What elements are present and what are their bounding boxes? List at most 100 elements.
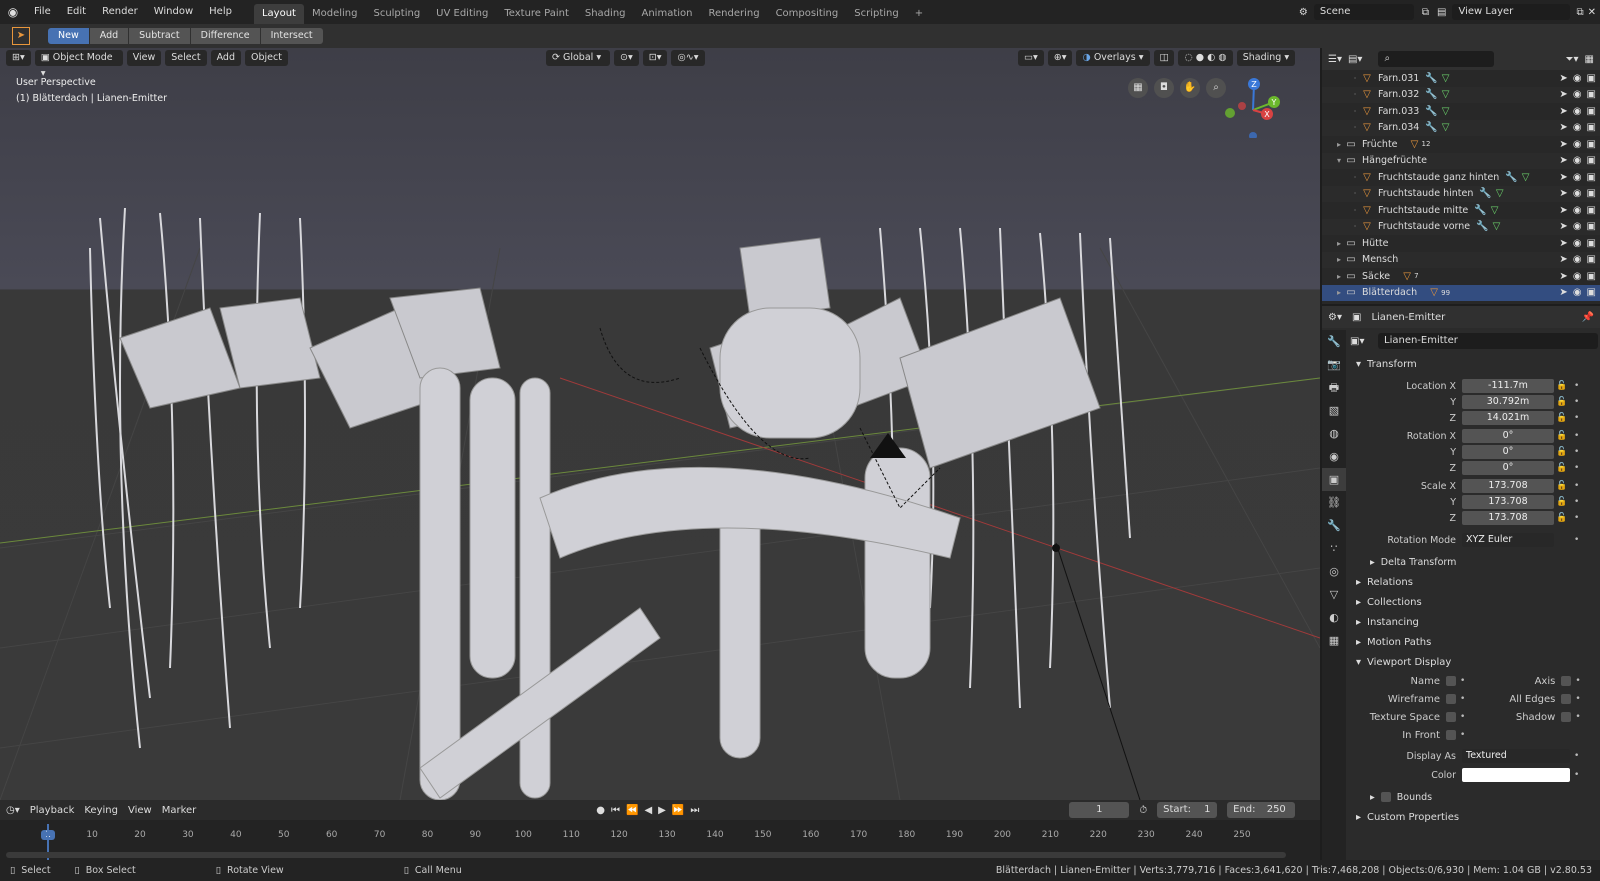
bounds-header[interactable]: ▸ Bounds xyxy=(1350,787,1598,807)
scale-z-field[interactable]: 173.708 xyxy=(1462,511,1554,525)
editor-type-icon[interactable]: ⊞▾ xyxy=(6,50,31,66)
outliner-row[interactable]: · ▽ Fruchtstaude vorne 🔧 ▽ ➤ ◉ ▣ xyxy=(1322,218,1600,235)
mode-dropdown[interactable]: ▣ Object Mode ▾ xyxy=(34,50,123,79)
keyframe-dot[interactable]: • xyxy=(1574,535,1579,545)
expand-arrow-icon[interactable]: ▸ xyxy=(1334,272,1344,281)
keyframe-dot[interactable]: • xyxy=(1575,694,1580,704)
stopwatch-icon[interactable]: ⏱ xyxy=(1139,805,1147,816)
view-layer-tab-icon[interactable]: ▧ xyxy=(1322,399,1346,422)
gizmo-toggle-icon[interactable]: ⊕▾ xyxy=(1047,50,1073,66)
material-tab-icon[interactable]: ◐ xyxy=(1322,606,1346,629)
menu-edit[interactable]: Edit xyxy=(59,0,94,24)
expand-arrow-icon[interactable]: ▸ xyxy=(1334,288,1344,297)
render-camera-icon[interactable]: ▣ xyxy=(1587,287,1596,298)
mesh-data-icon[interactable]: ▽ xyxy=(1493,221,1501,232)
blender-logo-icon[interactable]: ◉ xyxy=(0,5,26,19)
eye-icon[interactable]: ◉ xyxy=(1573,188,1582,199)
modifier-icon[interactable]: 🔧 xyxy=(1425,89,1437,100)
outliner-row[interactable]: · ▽ Farn.033 🔧 ▽ ➤ ◉ ▣ xyxy=(1322,103,1600,120)
modifier-icon[interactable]: 🔧 xyxy=(1505,172,1517,183)
next-keyframe-icon[interactable]: ⏩ xyxy=(672,805,684,816)
viewport-display-header[interactable]: ▾ Viewport Display xyxy=(1350,652,1598,672)
keyframe-dot[interactable]: • xyxy=(1574,497,1579,507)
render-camera-icon[interactable]: ▣ xyxy=(1587,254,1596,265)
proportional-edit-icon[interactable]: ◎∿▾ xyxy=(671,50,705,66)
tab-layout[interactable]: Layout xyxy=(253,4,304,24)
render-camera-icon[interactable]: ▣ xyxy=(1587,155,1596,166)
keyframe-dot[interactable]: • xyxy=(1574,397,1579,407)
mesh-data-icon[interactable]: ▽ xyxy=(1522,172,1530,183)
xray-icon[interactable]: ◫ xyxy=(1153,50,1175,66)
vd-name-checkbox[interactable] xyxy=(1446,676,1456,686)
tab-sculpting[interactable]: Sculpting xyxy=(365,4,428,24)
lock-icon[interactable]: 🔓 xyxy=(1554,463,1570,473)
collections-header[interactable]: ▸ Collections xyxy=(1350,592,1598,612)
constraints-tab-icon[interactable]: ⛓ xyxy=(1322,491,1346,514)
expand-arrow-icon[interactable]: ▸ xyxy=(1334,140,1344,149)
orientation-dropdown[interactable]: ⟳ Global ▾ xyxy=(546,50,610,66)
record-icon[interactable]: ● xyxy=(596,805,605,816)
keyframe-dot[interactable]: • xyxy=(1574,447,1579,457)
modifier-icon[interactable]: 🔧 xyxy=(1479,188,1491,199)
tab-rendering[interactable]: Rendering xyxy=(700,4,767,24)
start-frame-field[interactable]: Start: 1 xyxy=(1157,802,1218,818)
child-count-icon[interactable]: ▽ xyxy=(1408,139,1422,150)
eye-icon[interactable]: ◉ xyxy=(1573,89,1582,100)
render-camera-icon[interactable]: ▣ xyxy=(1587,139,1596,150)
view-options-icon[interactable]: ▭▾ xyxy=(1018,50,1044,66)
render-camera-icon[interactable]: ▣ xyxy=(1587,122,1596,133)
scene-field[interactable]: Scene xyxy=(1313,4,1414,20)
snap-icon[interactable]: ⊡▾ xyxy=(642,50,668,66)
select-toggle-icon[interactable]: ➤ xyxy=(1559,238,1567,249)
physics-tab-icon[interactable]: ◎ xyxy=(1322,560,1346,583)
prev-keyframe-icon[interactable]: ⏪ xyxy=(626,805,638,816)
outliner-row[interactable]: ▸ ▭ Mensch ➤ ◉ ▣ xyxy=(1322,251,1600,268)
select-toggle-icon[interactable]: ➤ xyxy=(1559,122,1567,133)
render-camera-icon[interactable]: ▣ xyxy=(1587,106,1596,117)
play-reverse-icon[interactable]: ◀ xyxy=(644,805,652,816)
menu-timeline-view[interactable]: View xyxy=(128,805,152,816)
outliner-row[interactable]: ▸ ▭ Blätterdach ▽ 99 ➤ ◉ ▣ xyxy=(1322,284,1600,301)
tab-texture-paint[interactable]: Texture Paint xyxy=(496,4,577,24)
eye-icon[interactable]: ◉ xyxy=(1573,238,1582,249)
tab-animation[interactable]: Animation xyxy=(634,4,701,24)
menu-object[interactable]: Object xyxy=(245,50,288,66)
outliner-row[interactable]: ▸ ▭ Früchte ▽ 12 ➤ ◉ ▣ xyxy=(1322,136,1600,153)
scene-tab-icon[interactable]: ◍ xyxy=(1322,422,1346,445)
select-toggle-icon[interactable]: ➤ xyxy=(1559,89,1567,100)
mesh-data-icon[interactable]: ▽ xyxy=(1496,188,1504,199)
scale-x-field[interactable]: 173.708 xyxy=(1462,479,1554,493)
rotation-mode-dropdown[interactable]: XYZ Euler xyxy=(1462,533,1554,547)
vd-axis-checkbox[interactable] xyxy=(1561,676,1572,686)
render-tab-icon[interactable]: 📷 xyxy=(1322,353,1346,376)
keyframe-dot[interactable]: • xyxy=(1574,481,1579,491)
outliner-row[interactable]: ▸ ▭ Säcke ▽ 7 ➤ ◉ ▣ xyxy=(1322,268,1600,285)
timeline-scrollbar[interactable] xyxy=(6,852,1286,858)
rotation-z-field[interactable]: 0° xyxy=(1462,461,1554,475)
outliner-row[interactable]: · ▽ Farn.031 🔧 ▽ ➤ ◉ ▣ xyxy=(1322,70,1600,87)
modifier-icon[interactable]: 🔧 xyxy=(1425,73,1437,84)
jump-end-icon[interactable]: ⏭ xyxy=(690,805,699,816)
select-tool-icon[interactable]: ➤ xyxy=(12,27,30,45)
bounds-checkbox[interactable] xyxy=(1380,792,1391,802)
filter-icon[interactable]: ⏷▾ xyxy=(1566,54,1579,65)
overlays-dropdown[interactable]: ◑ Overlays ▾ xyxy=(1076,50,1150,66)
keyframe-dot[interactable]: • xyxy=(1575,712,1580,722)
render-camera-icon[interactable]: ▣ xyxy=(1587,238,1596,249)
properties-editor-type-icon[interactable]: ⚙▾ xyxy=(1328,312,1342,323)
outliner-search-input[interactable]: ⌕ xyxy=(1378,51,1495,67)
expand-arrow-icon[interactable]: ▸ xyxy=(1334,239,1344,248)
eye-icon[interactable]: ◉ xyxy=(1573,155,1582,166)
tab-scripting[interactable]: Scripting xyxy=(846,4,906,24)
location-x-field[interactable]: -111.7m xyxy=(1462,379,1554,393)
render-camera-icon[interactable]: ▣ xyxy=(1587,89,1596,100)
particles-tab-icon[interactable]: ∵ xyxy=(1322,537,1346,560)
vd-wireframe-checkbox[interactable] xyxy=(1446,694,1456,704)
tab-modeling[interactable]: Modeling xyxy=(304,4,366,24)
display-as-dropdown[interactable]: Textured xyxy=(1462,749,1570,763)
select-toggle-icon[interactable]: ➤ xyxy=(1559,188,1567,199)
shading-mode-buttons[interactable]: ◌ ● ◐ ◍ xyxy=(1178,50,1233,66)
vd-shadow-checkbox[interactable] xyxy=(1561,712,1572,722)
render-camera-icon[interactable]: ▣ xyxy=(1587,172,1596,183)
ortho-toggle-icon[interactable]: ▦ xyxy=(1128,78,1148,98)
